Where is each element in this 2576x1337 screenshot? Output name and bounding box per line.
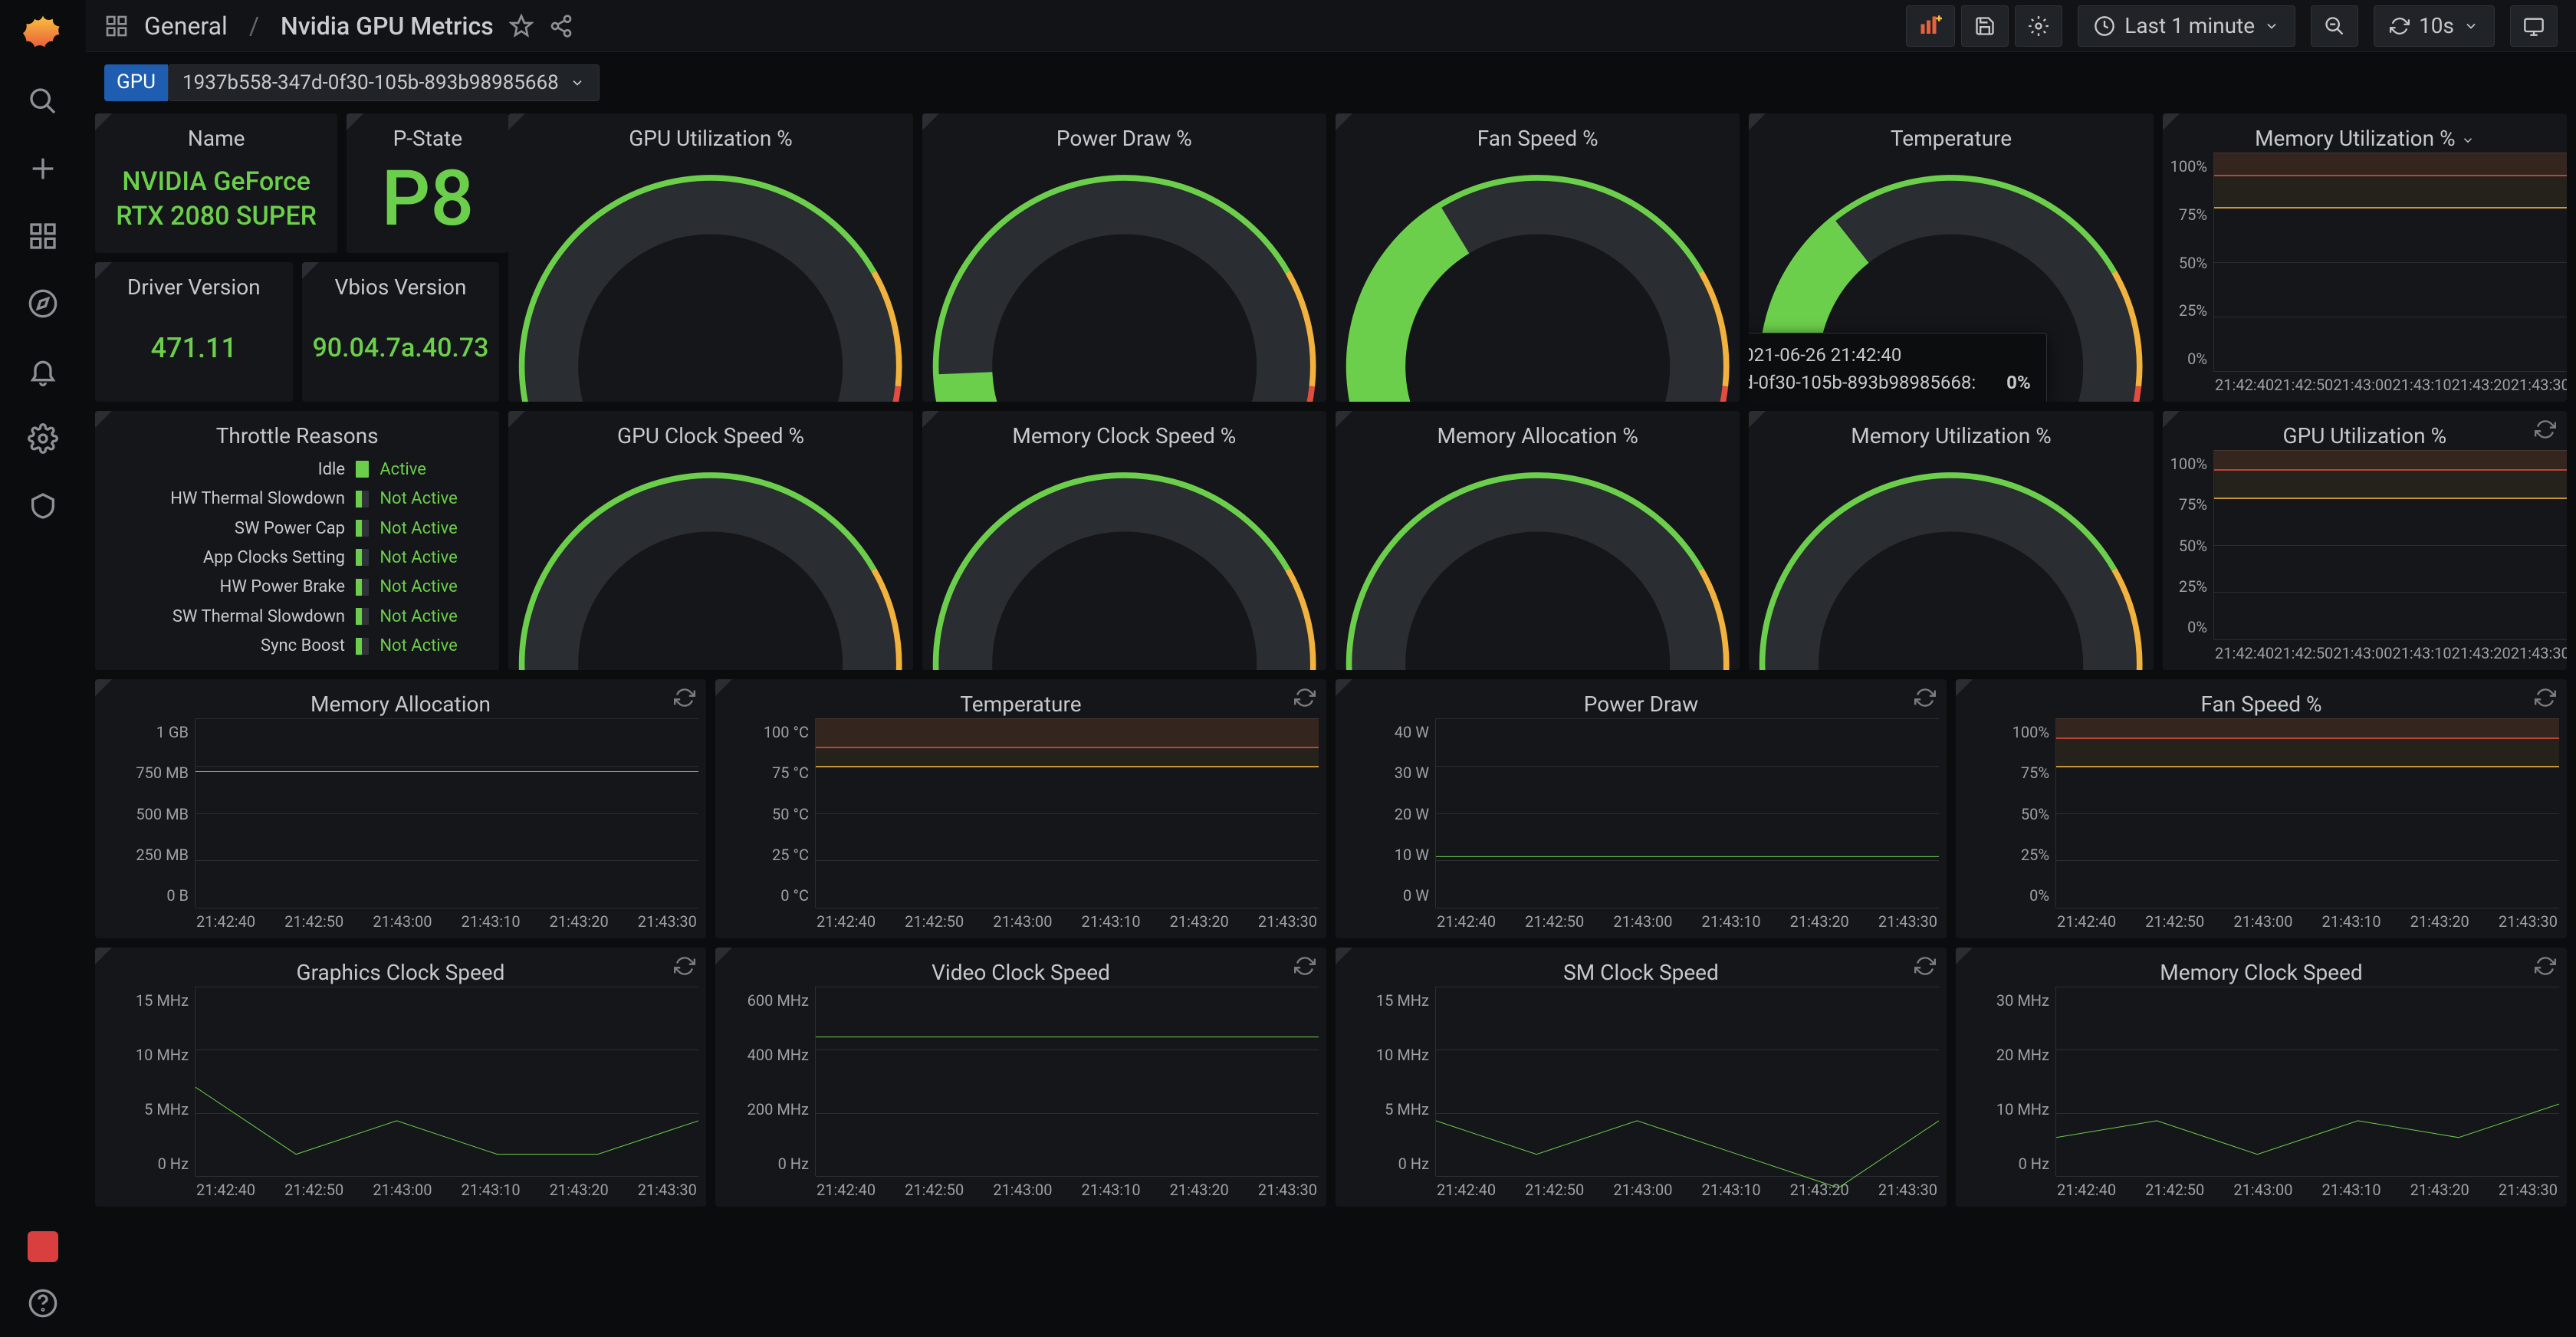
panel-name[interactable]: Name NVIDIA GeForce RTX 2080 SUPER [95, 113, 337, 253]
panel-power-draw-gauge[interactable]: Power Draw % 11.5% [922, 113, 1326, 402]
panel-gpu-utilization-ts[interactable]: GPU Utilization % 100%75%50%25%0%21:42:4… [2163, 411, 2567, 670]
panel-video-clock-ts[interactable]: Video Clock Speed 600 MHz400 MHz200 MHz0… [715, 948, 1326, 1207]
driver-version-value: 471.11 [103, 301, 285, 394]
throttle-row: Sync BoostNot Active [115, 636, 479, 655]
panel-power-draw-ts[interactable]: Power Draw 40 W30 W20 W10 W0 W21:42:4021… [1336, 679, 1947, 938]
throttle-row: HW Power BrakeNot Active [115, 577, 479, 596]
favorite-icon[interactable] [509, 14, 534, 38]
view-mode-button[interactable] [2510, 5, 2558, 47]
variable-dropdown[interactable]: 1937b558-347d-0f30-105b-893b98985668 [168, 64, 600, 101]
profile-icon[interactable] [28, 1231, 58, 1262]
vbios-version-value: 90.04.7a.40.73 [310, 301, 492, 394]
throttle-row: SW Thermal SlowdownNot Active [115, 607, 479, 626]
dashboard-grid: Name NVIDIA GeForce RTX 2080 SUPER P-Sta… [86, 113, 2576, 1225]
panel-sm-clock-ts[interactable]: SM Clock Speed 15 MHz10 MHz5 MHz0 Hz21:4… [1336, 948, 1947, 1207]
panel-throttle-reasons[interactable]: Throttle Reasons IdleActiveHW Thermal Sl… [95, 411, 499, 670]
throttle-row: IdleActive [115, 460, 479, 479]
panel-memory-allocation-ts[interactable]: Memory Allocation 1 GB750 MB500 MB250 MB… [95, 679, 706, 938]
settings-button[interactable] [2015, 5, 2062, 47]
dashboard-home-icon[interactable] [104, 14, 129, 38]
panel-fan-speed-gauge[interactable]: Fan Speed % 37% [1336, 113, 1740, 402]
panel-memory-clock-gauge[interactable]: Memory Clock Speed % 0.310% [922, 411, 1326, 670]
throttle-list: IdleActive HW Thermal SlowdownNot Active S… [103, 450, 491, 662]
configuration-icon[interactable] [25, 420, 61, 457]
dashboards-icon[interactable] [25, 218, 61, 255]
throttle-row: SW Power CapNot Active [115, 519, 479, 538]
panel-memory-clock-ts[interactable]: Memory Clock Speed 30 MHz20 MHz10 MHz0 H… [1956, 948, 2567, 1207]
panel-fan-speed-ts[interactable]: Fan Speed % 100%75%50%25%0%21:42:4021:42… [1956, 679, 2567, 938]
pstate-value: P8 [354, 153, 501, 245]
search-icon[interactable] [25, 83, 61, 120]
variable-label: GPU [104, 64, 168, 101]
variable-bar: GPU 1937b558-347d-0f30-105b-893b98985668 [86, 52, 2576, 113]
panel-driver[interactable]: Driver Version 471.11 [95, 262, 293, 402]
help-icon[interactable] [25, 1285, 61, 1322]
panel-memory-utilization-gauge[interactable]: Memory Utilization % 0% [1749, 411, 2153, 670]
grafana-logo[interactable] [23, 12, 63, 52]
time-picker-label: Last 1 minute [2124, 13, 2255, 38]
alerting-icon[interactable] [25, 353, 61, 389]
panel-temperature-gauge[interactable]: Temperature 34 °C 2021-06-26 21:42:40 19… [1749, 113, 2153, 402]
plus-icon[interactable] [25, 150, 61, 187]
panel-graphics-clock-ts[interactable]: Graphics Clock Speed 15 MHz10 MHz5 MHz0 … [95, 948, 706, 1207]
zoom-out-button[interactable] [2311, 5, 2358, 47]
share-icon[interactable] [549, 14, 573, 38]
top-nav: General / Nvidia GPU Metrics Last 1 minu… [86, 0, 2576, 52]
throttle-row: App Clocks SettingNot Active [115, 548, 479, 567]
panel-pstate[interactable]: P-State P8 [347, 113, 508, 253]
breadcrumb-current[interactable]: Nvidia GPU Metrics [281, 11, 494, 41]
panel-vbios[interactable]: Vbios Version 90.04.7a.40.73 [302, 262, 500, 402]
refresh-button[interactable]: 10s [2374, 5, 2495, 47]
save-button[interactable] [1961, 5, 2009, 47]
nav-sidebar [0, 0, 86, 1337]
refresh-interval: 10s [2419, 13, 2454, 38]
tooltip: 2021-06-26 21:42:40 1937b558-347d-0f30-1… [1749, 333, 2046, 402]
breadcrumb-sep: / [249, 11, 259, 41]
panel-memory-allocation-gauge[interactable]: Memory Allocation % 11.2% [1336, 411, 1740, 670]
panel-gpu-clock-gauge[interactable]: GPU Clock Speed % 0.395% [508, 411, 912, 670]
time-picker-button[interactable]: Last 1 minute [2078, 5, 2295, 47]
explore-icon[interactable] [25, 285, 61, 322]
panel-gpu-utilization-gauge[interactable]: GPU Utilization % 0% [508, 113, 912, 402]
throttle-row: HW Thermal SlowdownNot Active [115, 489, 479, 508]
gpu-name-value: NVIDIA GeForce RTX 2080 SUPER [103, 153, 330, 245]
server-admin-icon[interactable] [25, 488, 61, 524]
panel-temperature-ts[interactable]: Temperature 100 °C75 °C50 °C25 °C0 °C21:… [715, 679, 1326, 938]
breadcrumb-root[interactable]: General [144, 11, 228, 41]
add-panel-button[interactable] [1906, 5, 1955, 47]
panel-memory-utilization-ts-top[interactable]: Memory Utilization % 100%75%50%25%0%21:4… [2163, 113, 2567, 402]
